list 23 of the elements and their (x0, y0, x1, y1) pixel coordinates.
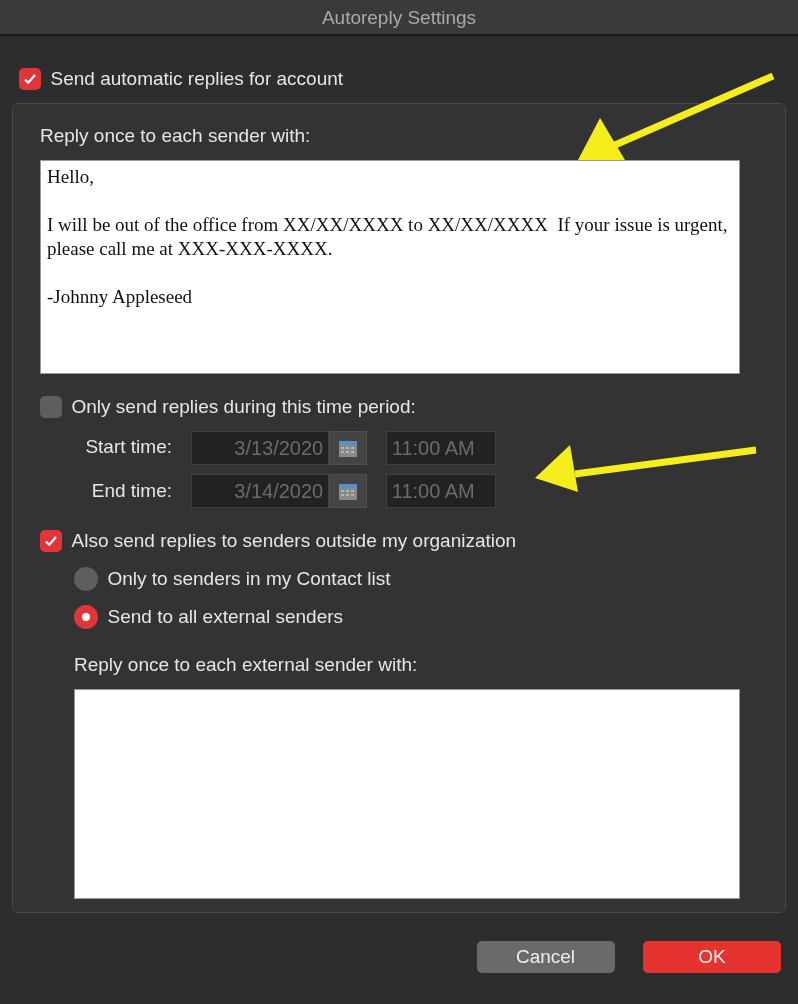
radio-button[interactable] (74, 567, 98, 592)
radio-label: Send to all external senders (107, 605, 344, 629)
field-label: Reply once to each sender with: (40, 123, 312, 148)
radio-button[interactable] (74, 605, 98, 630)
radio-label: Only to senders in my Contact list (107, 567, 391, 591)
field-label: Reply once to each external sender with: (74, 652, 419, 677)
calendar-icon[interactable] (329, 430, 367, 465)
ok-button[interactable]: OK (643, 941, 781, 973)
checkbox-label: Only send replies during this time period: (71, 394, 416, 419)
checkbox-label: Send automatic replies for account (50, 66, 344, 91)
message-text: Hello, (47, 164, 95, 189)
checkbox[interactable] (19, 67, 41, 90)
checkbox-label: Also send replies to senders outside my organization (71, 529, 517, 553)
time-label: End time: (90, 478, 172, 503)
message-text: -Johnny Appleseed (47, 284, 194, 309)
time-label: Start time: (84, 435, 172, 460)
calendar-icon[interactable] (329, 474, 367, 508)
message-field[interactable] (74, 688, 740, 899)
message-field[interactable]: Hello, I will be out of the office from XX/XX/XXXX to XX/XX/XXXX If your issue is urgent, please call me at XXX-XXX-XXXX. -Johnny Appleseed (40, 159, 740, 374)
message-text: I will be out of the office from XX/XX/XXXX to XX/XX/XXXX If your issue is urgent, please call me at XXX-XXX-XXXX. (47, 212, 729, 261)
window-title: Autoreply Settings (321, 7, 477, 28)
checkbox[interactable] (40, 530, 62, 553)
cancel-button[interactable]: Cancel (476, 941, 615, 973)
